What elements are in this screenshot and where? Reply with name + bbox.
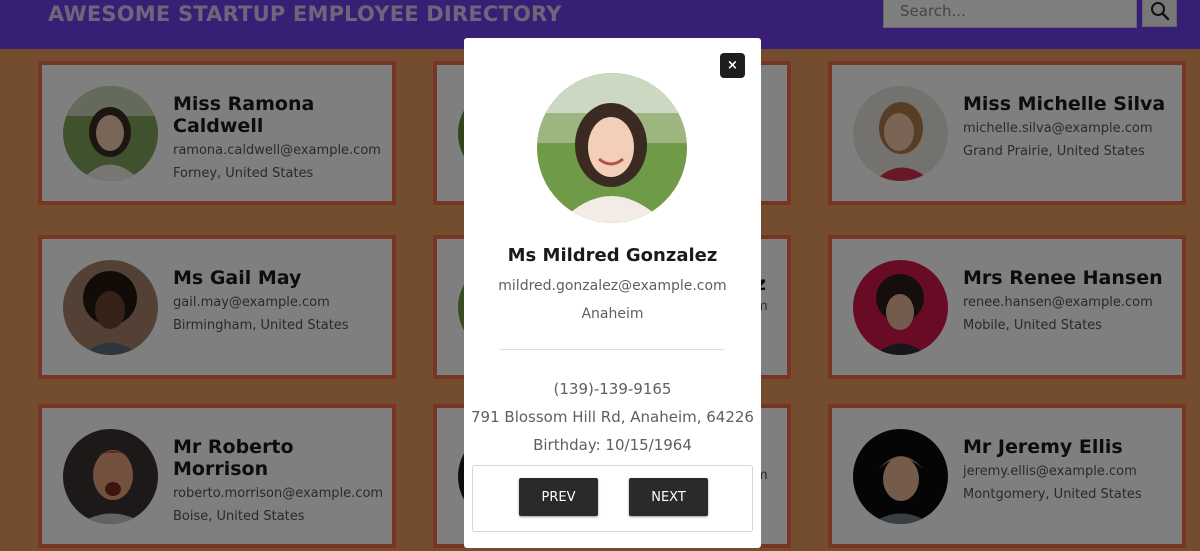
modal-city: Anaheim <box>581 306 644 322</box>
modal-phone: (139)-139-9165 <box>553 380 672 398</box>
prev-button[interactable]: PREV <box>519 478 598 516</box>
close-button[interactable]: × <box>720 53 745 78</box>
modal-divider <box>500 349 724 350</box>
modal-birthday: Birthday: 10/15/1964 <box>533 436 692 454</box>
modal-footer: PREV NEXT <box>472 465 753 532</box>
modal-address: 791 Blossom Hill Rd, Anaheim, 64226 <box>471 408 754 426</box>
employee-modal: × Ms Mildred Gonzalez mildred.gonzalez@e… <box>464 38 761 548</box>
modal-email: mildred.gonzalez@example.com <box>498 278 727 294</box>
modal-name: Ms Mildred Gonzalez <box>507 245 718 266</box>
modal-avatar <box>537 73 687 223</box>
next-button[interactable]: NEXT <box>629 478 708 516</box>
